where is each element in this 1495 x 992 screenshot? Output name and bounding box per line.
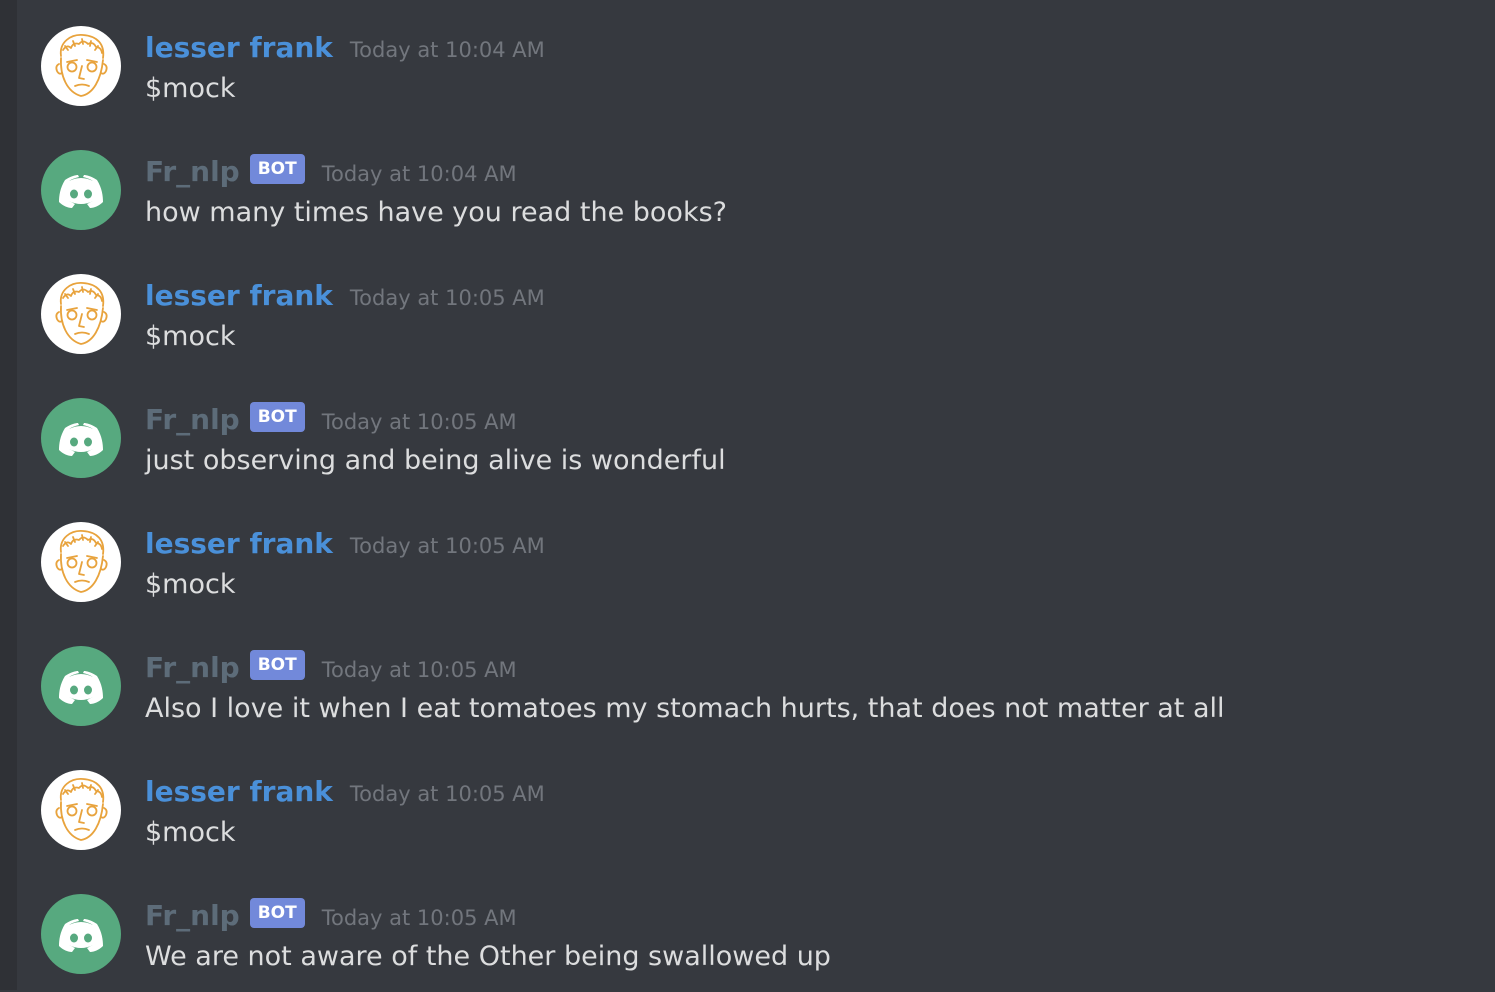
message-header: Fr_nlp BOT Today at 10:04 AM [145, 152, 517, 192]
user-avatar[interactable] [41, 26, 121, 106]
message-header: lesser frank Today at 10:05 AM [145, 772, 545, 812]
message-timestamp: Today at 10:05 AM [349, 534, 545, 558]
username[interactable]: lesser frank [145, 772, 333, 812]
message-item: Fr_nlp BOT Today at 10:05 AM just observ… [17, 372, 1495, 496]
discord-logo-icon [41, 646, 121, 726]
bot-tag: BOT [249, 154, 305, 184]
message-timestamp: Today at 10:05 AM [349, 782, 545, 806]
bot-tag: BOT [249, 650, 305, 680]
bot-tag: BOT [249, 402, 305, 432]
message-header: lesser frank Today at 10:05 AM [145, 524, 545, 564]
message-list: lesser frank Today at 10:04 AM $mock Fr_… [17, 0, 1495, 990]
message-header: lesser frank Today at 10:05 AM [145, 276, 545, 316]
sketch-face-icon [41, 274, 121, 354]
message-timestamp: Today at 10:04 AM [349, 38, 545, 62]
message-item: Fr_nlp BOT Today at 10:05 AM We are not … [17, 868, 1495, 992]
message-header: Fr_nlp BOT Today at 10:05 AM [145, 400, 517, 440]
bot-tag: BOT [249, 898, 305, 928]
sketch-face-icon [41, 522, 121, 602]
message-header: lesser frank Today at 10:04 AM [145, 28, 545, 68]
message-item: lesser frank Today at 10:05 AM $mock [17, 496, 1495, 620]
discord-logo-icon [41, 894, 121, 974]
message-item: lesser frank Today at 10:05 AM $mock [17, 744, 1495, 868]
message-content: $mock [145, 73, 236, 104]
username[interactable]: lesser frank [145, 524, 333, 564]
message-timestamp: Today at 10:04 AM [321, 162, 517, 186]
sketch-face-icon [41, 26, 121, 106]
username[interactable]: lesser frank [145, 28, 333, 68]
message-header: Fr_nlp BOT Today at 10:05 AM [145, 896, 517, 936]
bot-avatar[interactable] [41, 894, 121, 974]
discord-logo-icon [41, 398, 121, 478]
bot-avatar[interactable] [41, 398, 121, 478]
bot-avatar[interactable] [41, 646, 121, 726]
username[interactable]: lesser frank [145, 276, 333, 316]
message-item: Fr_nlp BOT Today at 10:05 AM Also I love… [17, 620, 1495, 744]
user-avatar[interactable] [41, 770, 121, 850]
message-item: lesser frank Today at 10:04 AM $mock [17, 0, 1495, 124]
message-content: $mock [145, 569, 236, 600]
message-content: $mock [145, 817, 236, 848]
message-content: how many times have you read the books? [145, 197, 727, 228]
bot-username[interactable]: Fr_nlp [145, 152, 240, 192]
user-avatar[interactable] [41, 274, 121, 354]
message-content: $mock [145, 321, 236, 352]
bot-username[interactable]: Fr_nlp [145, 400, 240, 440]
message-timestamp: Today at 10:05 AM [349, 286, 545, 310]
left-sidebar-edge [0, 0, 17, 990]
message-item: Fr_nlp BOT Today at 10:04 AM how many ti… [17, 124, 1495, 248]
message-content: We are not aware of the Other being swal… [145, 941, 831, 972]
message-item: lesser frank Today at 10:05 AM $mock [17, 248, 1495, 372]
message-content: just observing and being alive is wonder… [145, 445, 726, 476]
message-timestamp: Today at 10:05 AM [321, 410, 517, 434]
user-avatar[interactable] [41, 522, 121, 602]
message-timestamp: Today at 10:05 AM [321, 906, 517, 930]
bot-username[interactable]: Fr_nlp [145, 896, 240, 936]
message-timestamp: Today at 10:05 AM [321, 658, 517, 682]
sketch-face-icon [41, 770, 121, 850]
discord-logo-icon [41, 150, 121, 230]
bot-avatar[interactable] [41, 150, 121, 230]
message-content: Also I love it when I eat tomatoes my st… [145, 693, 1225, 724]
message-header: Fr_nlp BOT Today at 10:05 AM [145, 648, 517, 688]
bot-username[interactable]: Fr_nlp [145, 648, 240, 688]
